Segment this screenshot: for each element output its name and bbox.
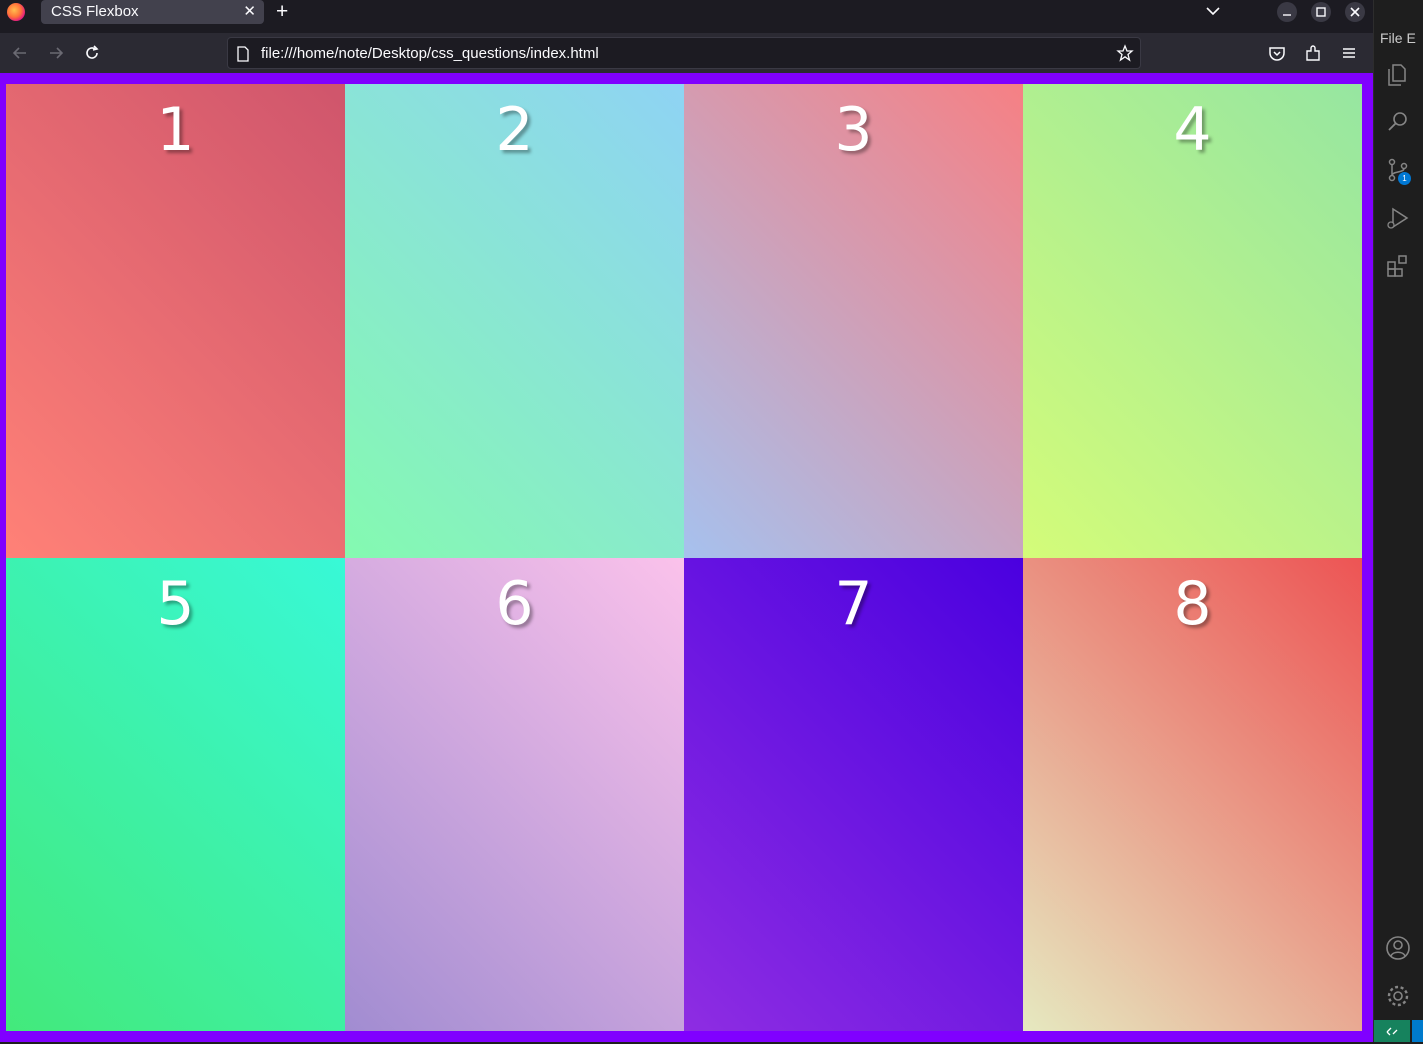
tab-css-flexbox[interactable]: CSS Flexbox ✕ xyxy=(41,0,264,24)
firefox-logo-icon[interactable] xyxy=(7,3,25,21)
item-number: 6 xyxy=(495,568,534,639)
flex-item-7: 7 xyxy=(684,557,1023,1031)
status-bar xyxy=(1374,1020,1423,1042)
url-text: file:///home/note/Desktop/css_questions/… xyxy=(261,45,599,62)
flex-item-8: 8 xyxy=(1023,557,1362,1031)
flex-container: 1 2 3 4 5 6 7 8 xyxy=(6,84,1363,1031)
close-window-button[interactable] xyxy=(1345,2,1365,22)
item-number: 2 xyxy=(495,95,534,165)
explorer-icon[interactable] xyxy=(1384,60,1412,88)
forward-arrow-icon[interactable] xyxy=(46,43,66,63)
extensions-icon[interactable] xyxy=(1303,43,1323,63)
source-control-badge: 1 xyxy=(1398,172,1411,185)
item-number: 8 xyxy=(1173,568,1212,639)
tab-title: CSS Flexbox xyxy=(51,3,139,20)
flex-item-5: 5 xyxy=(6,557,345,1031)
menu-file[interactable]: File E xyxy=(1380,30,1416,46)
item-number: 5 xyxy=(156,568,195,639)
remote-indicator[interactable] xyxy=(1374,1020,1410,1042)
flex-item-2: 2 xyxy=(345,84,684,558)
run-debug-icon[interactable] xyxy=(1384,204,1412,232)
minimize-icon xyxy=(1283,14,1291,16)
new-tab-button[interactable]: + xyxy=(276,0,288,24)
page-viewport: 1 2 3 4 5 6 7 8 xyxy=(0,73,1373,1042)
flex-item-4: 4 xyxy=(1023,84,1362,558)
chevron-down-icon[interactable] xyxy=(1204,2,1222,20)
flex-item-1: 1 xyxy=(6,84,345,558)
url-bar[interactable]: file:///home/note/Desktop/css_questions/… xyxy=(227,37,1141,69)
search-icon[interactable] xyxy=(1384,108,1412,136)
extensions-icon[interactable] xyxy=(1384,252,1412,280)
status-item[interactable] xyxy=(1412,1020,1423,1042)
tab-bar: CSS Flexbox ✕ + xyxy=(0,0,1373,33)
maximize-button[interactable] xyxy=(1311,2,1331,22)
close-icon xyxy=(1350,7,1360,17)
account-icon[interactable] xyxy=(1384,934,1412,962)
vscode-window: File E 1 xyxy=(1373,0,1423,1042)
item-number: 7 xyxy=(834,568,873,639)
navigation-toolbar: file:///home/note/Desktop/css_questions/… xyxy=(0,33,1373,73)
pocket-icon[interactable] xyxy=(1267,43,1287,63)
bookmark-star-icon[interactable] xyxy=(1116,44,1134,62)
browser-window: CSS Flexbox ✕ + file:///home/note/Deskto… xyxy=(0,0,1373,1042)
minimize-button[interactable] xyxy=(1277,2,1297,22)
item-number: 1 xyxy=(156,95,195,165)
item-number: 3 xyxy=(834,95,873,165)
flex-item-6: 6 xyxy=(345,557,684,1031)
page-icon xyxy=(237,46,249,62)
back-arrow-icon[interactable] xyxy=(10,43,30,63)
flex-item-3: 3 xyxy=(684,84,1023,558)
item-number: 4 xyxy=(1173,95,1212,165)
remote-icon xyxy=(1386,1027,1398,1036)
close-tab-icon[interactable]: ✕ xyxy=(243,2,256,20)
hamburger-menu-icon[interactable] xyxy=(1339,43,1359,63)
gear-icon[interactable] xyxy=(1384,982,1412,1010)
reload-icon[interactable] xyxy=(82,43,102,63)
maximize-icon xyxy=(1316,7,1326,17)
